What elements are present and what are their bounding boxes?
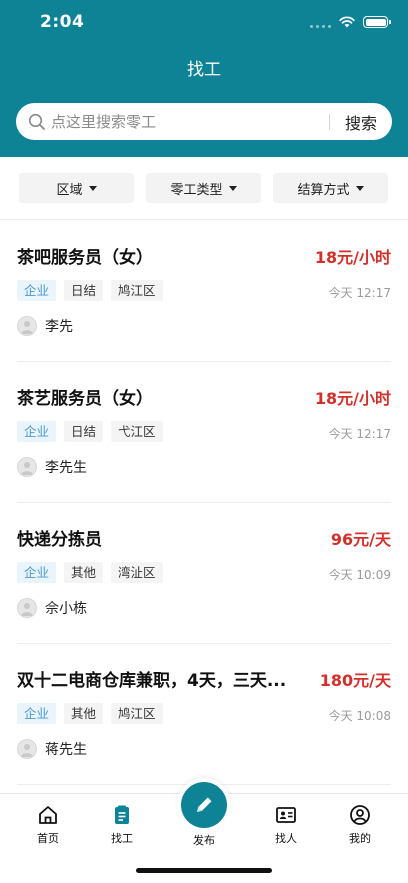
job-title: 双十二电商仓库兼职，4天，三天...	[17, 671, 287, 691]
caret-down-icon	[355, 185, 364, 191]
poster-name: 蒋先生	[45, 742, 87, 758]
tag-district: 弋江区	[111, 421, 163, 442]
user-icon	[21, 603, 33, 616]
job-time: 今天 10:08	[328, 709, 391, 723]
job-pay: 96元/天	[330, 530, 391, 549]
job-pay: 18元/小时	[314, 389, 391, 408]
avatar	[17, 598, 37, 618]
filter-bar: 区域 零工类型 结算方式	[0, 157, 408, 220]
job-title: 茶艺服务员（女）	[17, 389, 153, 409]
job-card[interactable]: 快递分拣员 96元/天 企业 其他 湾沚区 今天 10:09 佘小栋	[17, 503, 391, 644]
job-title: 快递分拣员	[17, 530, 102, 550]
tag-employer-type: 企业	[17, 703, 57, 724]
job-time: 今天 10:09	[328, 568, 391, 582]
caret-down-icon	[228, 185, 237, 191]
tag-district: 鸠江区	[111, 703, 163, 724]
job-time: 今天 12:17	[328, 286, 391, 300]
tag-district: 湾沚区	[111, 562, 163, 583]
avatar	[17, 739, 37, 759]
job-list: 茶吧服务员（女） 18元/小时 企业 日结 鸠江区 今天 12:17 李先 茶艺…	[0, 221, 408, 785]
job-tags: 企业 日结 弋江区	[17, 421, 163, 442]
job-pay: 18元/小时	[314, 248, 391, 267]
page-title: 找工	[187, 60, 221, 80]
battery-icon	[363, 16, 391, 28]
search-bar[interactable]: 搜索	[16, 103, 392, 140]
job-card[interactable]: 茶吧服务员（女） 18元/小时 企业 日结 鸠江区 今天 12:17 李先	[17, 221, 391, 362]
job-card[interactable]: 双十二电商仓库兼职，4天，三天... 180元/天 企业 其他 鸠江区 今天 1…	[17, 644, 391, 785]
search-icon	[28, 113, 45, 130]
tab-home-label: 首页	[37, 832, 59, 845]
search-button[interactable]: 搜索	[330, 110, 392, 134]
user-icon	[21, 744, 33, 757]
filter-settlement-label: 结算方式	[297, 182, 350, 198]
wifi-icon	[339, 16, 355, 28]
tab-find-people-label: 找人	[275, 832, 297, 845]
job-card[interactable]: 茶艺服务员（女） 18元/小时 企业 日结 弋江区 今天 12:17 李先生	[17, 362, 391, 503]
tag-settlement: 日结	[64, 280, 104, 301]
poster-name: 李先生	[45, 460, 87, 476]
tag-employer-type: 企业	[17, 421, 57, 442]
home-icon	[39, 806, 57, 824]
job-tags: 企业 其他 鸠江区	[17, 703, 163, 724]
tab-home[interactable]: 首页	[18, 804, 78, 846]
filter-region-label: 区域	[56, 182, 83, 198]
status-icons	[310, 15, 391, 29]
header-bar: 2:04 找工 搜索	[0, 0, 408, 157]
job-poster: 蒋先生	[17, 739, 87, 759]
pencil-icon	[197, 797, 212, 812]
tab-find-people[interactable]: 找人	[256, 804, 316, 846]
tag-employer-type: 企业	[17, 280, 57, 301]
avatar	[17, 316, 37, 336]
tag-employer-type: 企业	[17, 562, 57, 583]
tab-find-work[interactable]: 找工	[92, 804, 152, 846]
tag-settlement: 其他	[64, 703, 104, 724]
poster-name: 李先	[45, 319, 73, 335]
job-time: 今天 12:17	[328, 427, 391, 441]
filter-job-type[interactable]: 零工类型	[146, 173, 261, 203]
publish-button[interactable]	[181, 782, 227, 828]
job-poster: 佘小栋	[17, 598, 87, 618]
tab-mine-label: 我的	[349, 832, 371, 845]
cellular-signal-icon	[310, 16, 331, 28]
filter-settlement[interactable]: 结算方式	[273, 173, 388, 203]
search-input[interactable]	[51, 112, 329, 131]
job-poster: 李先	[17, 316, 73, 336]
status-time: 2:04	[40, 12, 85, 32]
user-icon	[21, 462, 33, 475]
document-list-icon	[115, 805, 129, 824]
job-tags: 企业 其他 湾沚区	[17, 562, 163, 583]
tab-find-work-label: 找工	[111, 832, 133, 845]
job-poster: 李先生	[17, 457, 87, 477]
job-title: 茶吧服务员（女）	[17, 248, 153, 268]
filter-job-type-label: 零工类型	[170, 182, 223, 198]
poster-name: 佘小栋	[45, 601, 87, 617]
user-icon	[21, 321, 33, 334]
filter-region[interactable]: 区域	[19, 173, 134, 203]
user-circle-icon	[350, 805, 370, 825]
caret-down-icon	[88, 185, 97, 191]
publish-label: 发布	[193, 834, 215, 847]
id-card-icon	[276, 807, 296, 823]
tag-settlement: 其他	[64, 562, 104, 583]
avatar	[17, 457, 37, 477]
tag-district: 鸠江区	[111, 280, 163, 301]
status-bar: 2:04	[0, 0, 408, 44]
tag-settlement: 日结	[64, 421, 104, 442]
tab-mine[interactable]: 我的	[330, 804, 390, 846]
job-tags: 企业 日结 鸠江区	[17, 280, 163, 301]
home-indicator	[136, 868, 272, 873]
job-pay: 180元/天	[319, 671, 391, 690]
